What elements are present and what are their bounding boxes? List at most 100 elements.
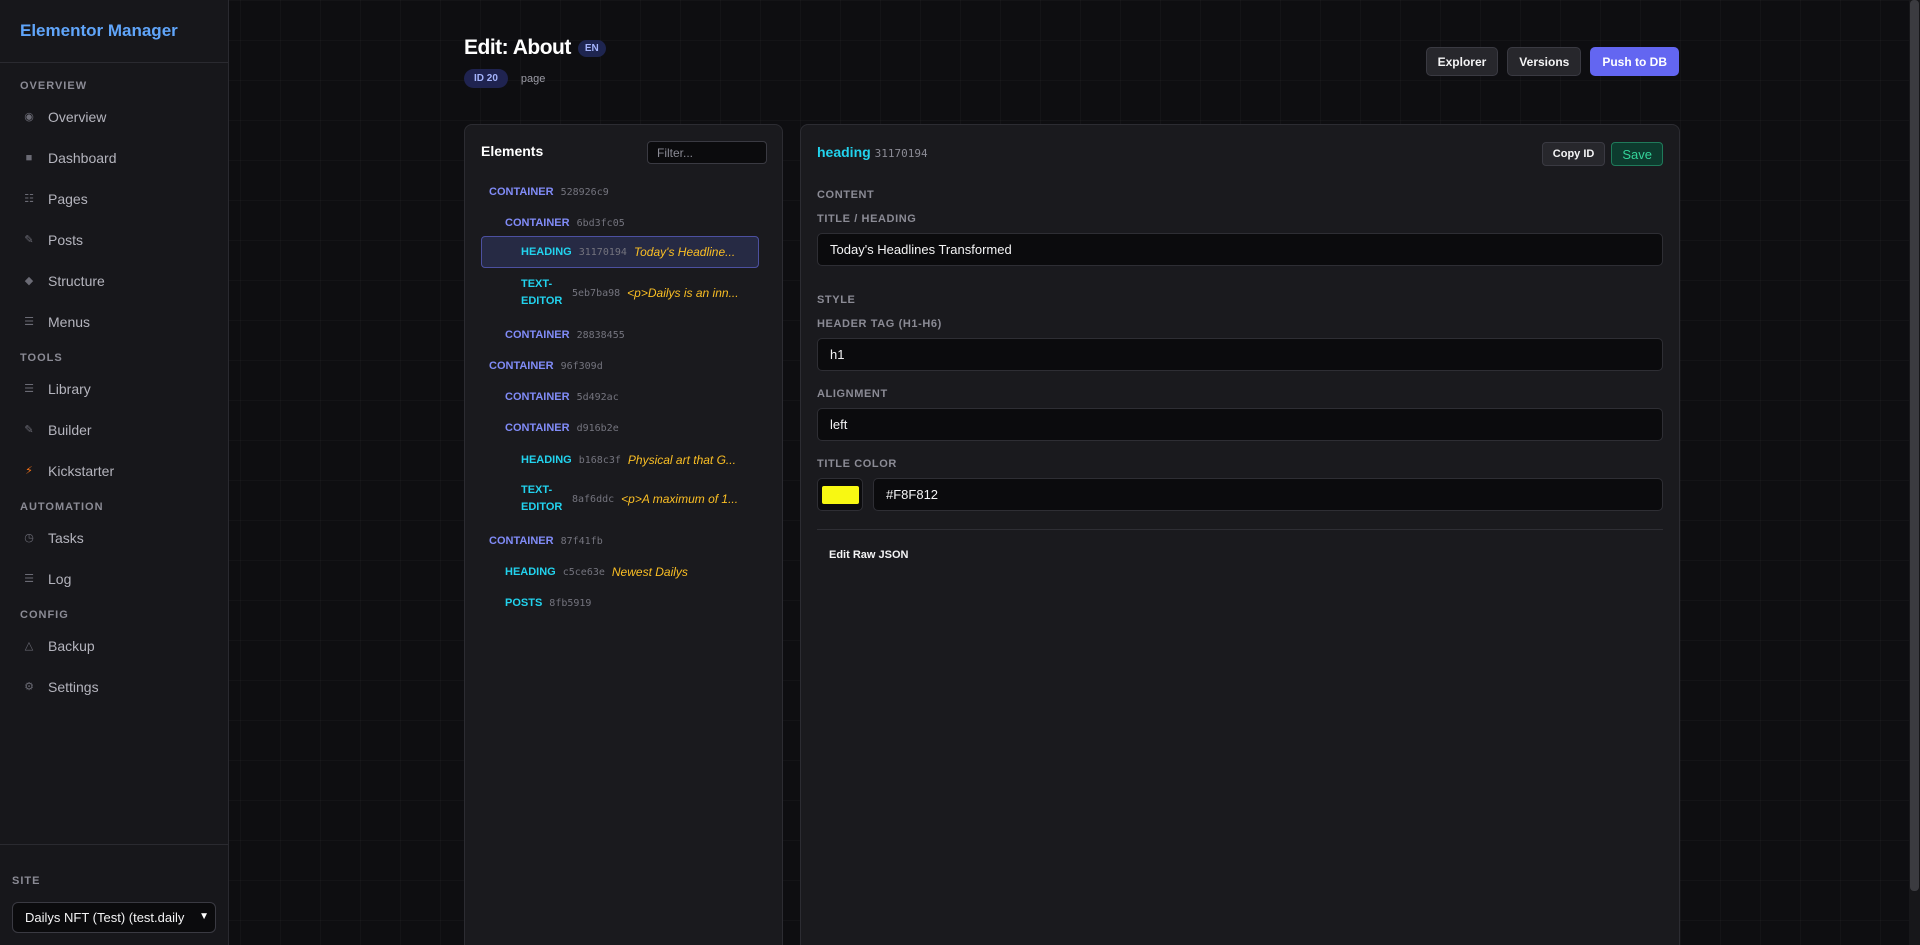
bolt-icon: ⚡ bbox=[25, 465, 33, 477]
tree-item-type: CONTAINER bbox=[505, 329, 570, 341]
site-select[interactable]: Dailys NFT (Test) (test.daily ▼ bbox=[12, 902, 216, 933]
site-select-value: Dailys NFT (Test) (test.daily bbox=[25, 910, 185, 925]
sidebar-item-label: Overview bbox=[48, 108, 107, 125]
tree-item-preview: Physical art that G... bbox=[627, 453, 736, 467]
tree-item-type: POSTS bbox=[505, 597, 543, 609]
sidebar-item-dashboard[interactable]: ■ Dashboard bbox=[0, 137, 228, 178]
sidebar-item-pages[interactable]: ☷ Pages bbox=[0, 178, 228, 219]
color-picker[interactable] bbox=[817, 478, 863, 511]
elements-panel: Elements Filter... CONTAINER 528926c9 CO… bbox=[464, 124, 783, 945]
tree-item-type: CONTAINER bbox=[505, 391, 570, 403]
tree-item-id: 8fb5919 bbox=[549, 597, 592, 609]
tree-item[interactable]: CONTAINER 28838455 bbox=[481, 325, 759, 345]
site-label: SITE bbox=[12, 875, 41, 887]
sidebar-item-builder[interactable]: ✎ Builder bbox=[0, 409, 228, 450]
style-section-label: STYLE bbox=[817, 294, 856, 306]
tree-item-id: 28838455 bbox=[576, 329, 625, 341]
title-field-label: TITLE / HEADING bbox=[817, 213, 917, 225]
hamburger-icon: ☰ bbox=[24, 316, 34, 328]
editor-panel: heading 31170194 Copy ID Save CONTENT TI… bbox=[800, 124, 1680, 945]
pencil-icon: ✎ bbox=[24, 424, 34, 436]
sidebar-item-kickstarter[interactable]: ⚡ Kickstarter bbox=[0, 450, 228, 491]
sidebar-item-backup[interactable]: △ Backup bbox=[0, 625, 228, 666]
sidebar-item-label: Log bbox=[48, 570, 72, 587]
sidebar-item-posts[interactable]: ✎ Posts bbox=[0, 219, 228, 260]
site-selector-block: SITE Dailys NFT (Test) (test.daily ▼ bbox=[0, 844, 229, 945]
sidebar-item-label: Posts bbox=[48, 231, 84, 248]
sidebar-item-label: Pages bbox=[48, 190, 88, 207]
edit-raw-json-button[interactable]: Edit Raw JSON bbox=[829, 549, 908, 561]
tree-item[interactable]: TEXT-EDITOR 5eb7ba98 <p>Dailys is an inn… bbox=[481, 275, 759, 311]
tree-item[interactable]: CONTAINER d916b2e bbox=[481, 418, 759, 438]
copy-id-button[interactable]: Copy ID bbox=[1541, 142, 1606, 166]
tag-field-label: HEADER TAG (H1-H6) bbox=[817, 318, 942, 330]
scrollbar-thumb[interactable] bbox=[1910, 0, 1919, 891]
tree-item-type: CONTAINER bbox=[489, 360, 554, 372]
color-hex-input[interactable]: #F8F812 bbox=[873, 478, 1663, 511]
tree-item-selected[interactable]: HEADING 31170194 Today's Headline... bbox=[481, 236, 759, 268]
tree-item-id: d916b2e bbox=[576, 422, 619, 434]
tree-item[interactable]: CONTAINER 87f41fb bbox=[481, 531, 759, 551]
filter-input[interactable]: Filter... bbox=[647, 141, 767, 164]
tree-item-preview: <p>Dailys is an inn... bbox=[627, 286, 739, 300]
gear-icon: ⚙ bbox=[24, 681, 34, 693]
color-field-label: TITLE COLOR bbox=[817, 458, 897, 470]
tree-item[interactable]: HEADING c5ce63e Newest Dailys bbox=[481, 561, 759, 583]
editor-actions: Copy ID Save bbox=[1541, 142, 1663, 166]
tree-item-id: c5ce63e bbox=[562, 566, 605, 578]
brand-title[interactable]: Elementor Manager bbox=[0, 0, 228, 63]
tree-item-id: 8af6ddc bbox=[572, 493, 615, 505]
tree-item[interactable]: CONTAINER 5d492ac bbox=[481, 387, 759, 407]
tree-item-type: HEADING bbox=[521, 454, 572, 466]
tree-item-id: 96f309d bbox=[560, 360, 603, 372]
tree-item-type: TEXT-EDITOR bbox=[521, 278, 563, 307]
square-icon: ■ bbox=[25, 151, 33, 164]
sidebar-item-library[interactable]: ☰ Library bbox=[0, 368, 228, 409]
sidebar-item-label: Settings bbox=[48, 678, 99, 695]
tree-item[interactable]: TEXT-EDITOR 8af6ddc <p>A maximum of 1... bbox=[481, 481, 759, 517]
page-title-row: Edit: About EN bbox=[464, 36, 606, 60]
widget-type: heading bbox=[817, 144, 871, 160]
versions-button[interactable]: Versions bbox=[1507, 47, 1582, 76]
push-to-db-button[interactable]: Push to DB bbox=[1590, 47, 1679, 76]
sidebar-item-tasks[interactable]: ◷ Tasks bbox=[0, 517, 228, 558]
sidebar-item-overview[interactable]: ◉ Overview bbox=[0, 96, 228, 137]
tree-item-id: 6bd3fc05 bbox=[576, 217, 625, 229]
color-swatch bbox=[821, 485, 859, 504]
elements-title: Elements bbox=[481, 143, 544, 159]
tree-item-type: CONTAINER bbox=[505, 422, 570, 434]
sidebar-item-label: Library bbox=[48, 380, 91, 397]
tree-item[interactable]: CONTAINER 6bd3fc05 bbox=[481, 213, 759, 233]
title-input[interactable]: Today's Headlines Transformed bbox=[817, 233, 1663, 266]
save-button[interactable]: Save bbox=[1611, 142, 1663, 166]
sidebar-item-label: Backup bbox=[48, 637, 95, 654]
tree-item-type: CONTAINER bbox=[489, 186, 554, 198]
sidebar-item-log[interactable]: ☰ Log bbox=[0, 558, 228, 599]
sidebar-item-label: Dashboard bbox=[48, 149, 117, 166]
sidebar-item-structure[interactable]: ◆ Structure bbox=[0, 260, 228, 301]
sidebar: Elementor Manager OVERVIEW ◉ Overview ■ … bbox=[0, 0, 229, 945]
tree-item[interactable]: CONTAINER 528926c9 bbox=[481, 182, 759, 202]
tree-item-preview: Newest Dailys bbox=[611, 565, 688, 579]
tree-item[interactable]: POSTS 8fb5919 bbox=[481, 593, 759, 613]
page-type: page bbox=[520, 72, 546, 85]
nav-section-config: CONFIG bbox=[20, 609, 69, 621]
header-tag-input[interactable]: h1 bbox=[817, 338, 1663, 371]
tree-item[interactable]: HEADING b168c3f Physical art that G... bbox=[481, 449, 759, 471]
divider bbox=[817, 529, 1663, 530]
sidebar-item-menus[interactable]: ☰ Menus bbox=[0, 301, 228, 342]
tree-item-type: TEXT-EDITOR bbox=[521, 484, 563, 513]
sidebar-item-label: Tasks bbox=[48, 529, 84, 546]
tree-item-type: CONTAINER bbox=[505, 217, 570, 229]
nav-section-tools: TOOLS bbox=[20, 352, 63, 364]
tree-item[interactable]: CONTAINER 96f309d bbox=[481, 356, 759, 376]
page-scrollbar[interactable] bbox=[1909, 0, 1920, 945]
sidebar-item-settings[interactable]: ⚙ Settings bbox=[0, 666, 228, 707]
nav-section-automation: AUTOMATION bbox=[20, 501, 104, 513]
sidebar-item-label: Kickstarter bbox=[48, 462, 115, 479]
list-grid-icon: ☷ bbox=[24, 193, 34, 205]
tree-item-id: 5eb7ba98 bbox=[572, 287, 621, 299]
tree-item-id: 528926c9 bbox=[560, 186, 609, 198]
alignment-input[interactable]: left bbox=[817, 408, 1663, 441]
explorer-button[interactable]: Explorer bbox=[1425, 47, 1499, 76]
